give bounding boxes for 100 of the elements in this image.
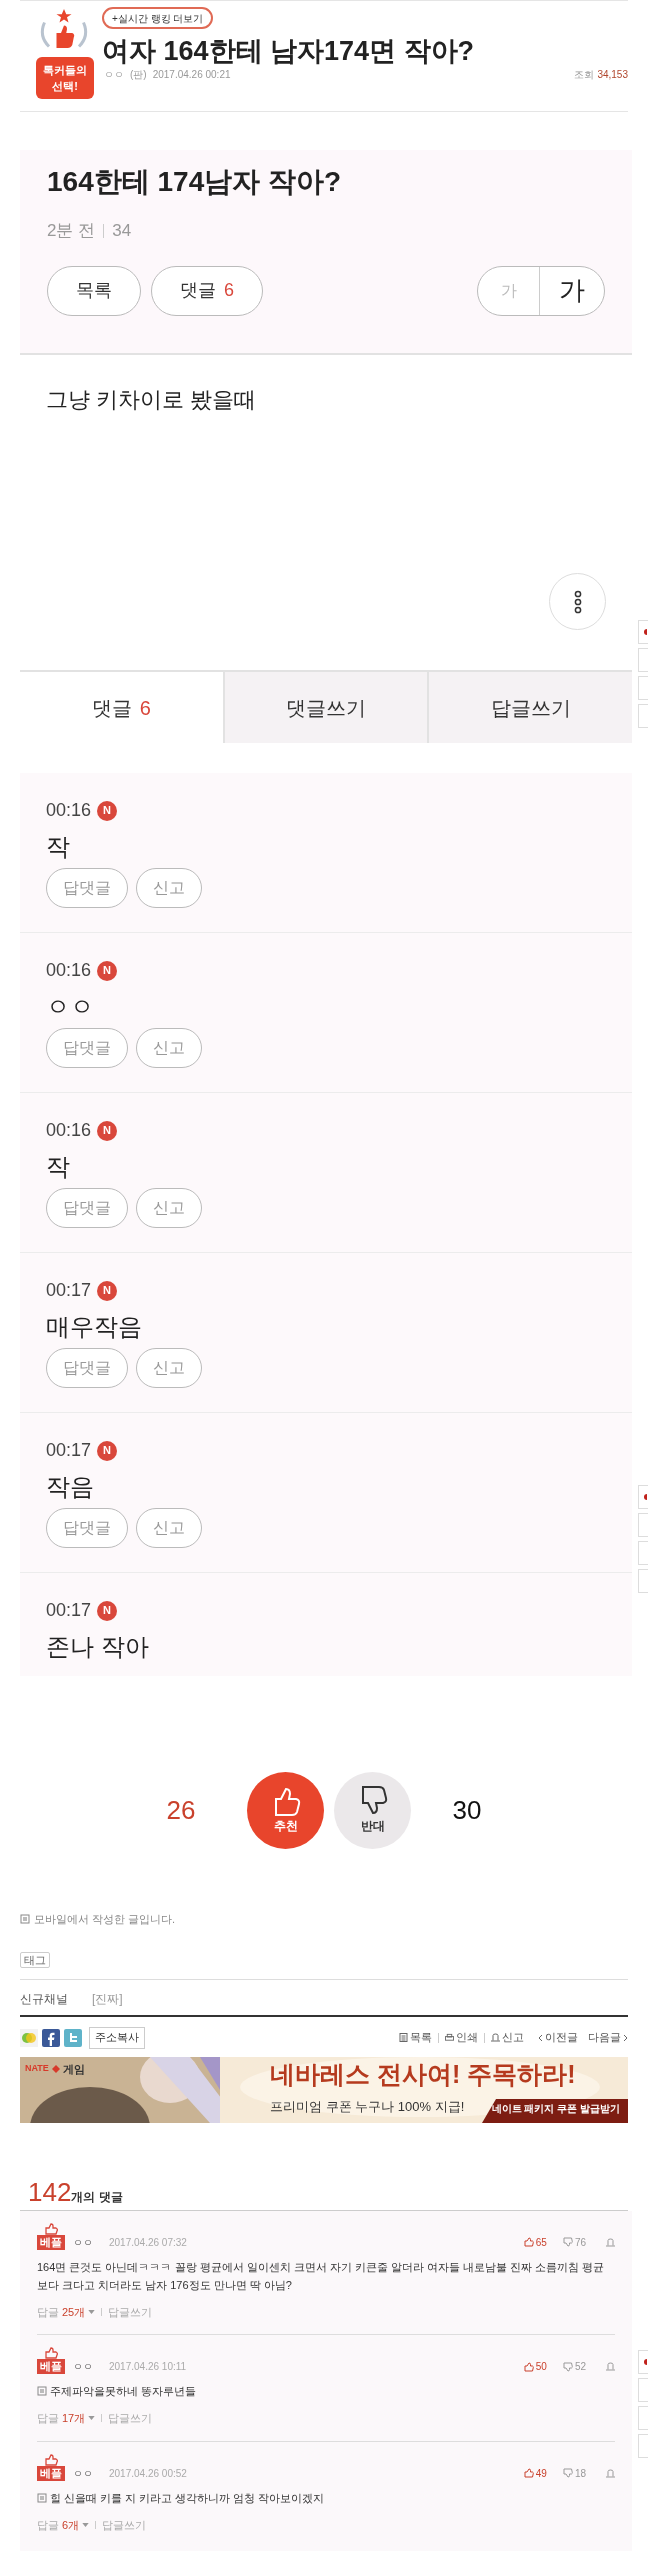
board-label: (판) — [130, 68, 147, 82]
tab[interactable]: 답글쓰기 — [427, 672, 632, 743]
best-badge: 베플 — [37, 2234, 65, 2250]
comment-count-label: 개의 댓글 — [71, 2189, 123, 2206]
side-tab[interactable] — [638, 2350, 648, 2374]
ad-subline: 프리미엄 쿠폰 누구나 100% 지급! — [270, 2097, 465, 2116]
comment-author: ㅇㅇ — [73, 2360, 93, 2374]
comment-text: 164면 큰것도 아닌데ㅋㅋㅋ 꼴랑 평균에서 일이센치 크면서 자기 키큰줄 알더라 여자들 내로남불 진짜 소름끼침 평균보다 크다고 치더라도 남자 176정도 만나면 딱 아님? — [37, 2259, 605, 2293]
brand-sub: 게임 — [62, 2061, 85, 2077]
like-button[interactable]: 49 — [523, 2465, 547, 2481]
caret-icon — [88, 2416, 96, 2421]
comment-text: 작음 — [46, 1472, 95, 1502]
side-tab[interactable] — [638, 620, 648, 644]
comment-time: 00:16 — [46, 1119, 92, 1142]
report-button[interactable]: 신고 — [136, 1188, 202, 1228]
channel-value: [진짜] — [92, 1990, 123, 2008]
side-tab[interactable] — [638, 1485, 648, 1509]
thumbs-down-icon — [562, 2361, 573, 2372]
caret-icon — [82, 2522, 90, 2527]
thumbs-up-icon — [523, 2361, 534, 2372]
ranking-link[interactable]: +실시간 랭킹 더보기 — [102, 7, 214, 29]
comment-time: 00:16 — [46, 959, 92, 982]
like-button[interactable]: 50 — [523, 2359, 547, 2374]
comment-text: ㅇㅇ — [46, 992, 95, 1022]
report-button[interactable]: 신고 — [136, 1348, 202, 1388]
channel-label: 신규채널 — [20, 1990, 68, 2008]
thumbs-up-icon — [523, 2237, 534, 2247]
comment-date: 2017.04.26 00:52 — [109, 2466, 187, 2481]
reply-button[interactable]: 답댓글 — [46, 1348, 128, 1388]
dislike-button[interactable]: 52 — [562, 2359, 586, 2374]
like-button[interactable]: 65 — [523, 2234, 547, 2250]
toolbar-link[interactable]: 목록 — [399, 2029, 432, 2046]
next-post-link[interactable]: 다음글 — [588, 2029, 628, 2046]
downvote-count: 30 — [451, 1793, 483, 1827]
views-count: 34,153 — [597, 68, 628, 82]
upvote-count: 26 — [165, 1793, 197, 1827]
comment-count: 142 — [28, 2177, 72, 2206]
report-icon[interactable] — [606, 2362, 615, 2371]
view-count: 34 — [112, 220, 132, 242]
thumbs-down-icon — [562, 2237, 573, 2247]
thumbs-up-icon — [44, 2347, 58, 2359]
report-icon[interactable] — [606, 2468, 615, 2478]
comments-button[interactable]: 댓글 6 — [151, 265, 263, 316]
post-date: 2017.04.26 00:21 — [152, 68, 231, 82]
tag-label: 태그 — [20, 1951, 50, 1968]
ad-banner[interactable]: NATE 게임 네바레스 전사여! 주목하라! 프리미엄 쿠폰 누구나 100% 지급! 네이트 패키지 쿠폰 발급받기 — [20, 2056, 628, 2123]
mobile-note: 모바일에서 작성한 글입니다. — [34, 1912, 176, 1927]
comment-time: 00:16 — [46, 799, 92, 822]
brand-logo: NATE — [25, 2062, 49, 2075]
comment-time: 00:17 — [46, 1439, 92, 1462]
thumbs-up-icon — [44, 2222, 58, 2235]
thumbs-up-icon — [44, 2453, 58, 2466]
report-button[interactable]: 신고 — [136, 1028, 202, 1068]
thumbs-down-icon — [562, 2468, 573, 2478]
best-badge: 베플 — [37, 2465, 65, 2481]
new-badge: N — [97, 1440, 118, 1461]
toolbar-link[interactable]: 신고 — [491, 2029, 524, 2046]
choice-badge: 톡커들의 선택! — [36, 57, 94, 99]
ad-headline: 네바레스 전사여! 주목하라! — [270, 2058, 576, 2089]
report-button[interactable]: 신고 — [136, 1508, 202, 1548]
more-button[interactable] — [549, 573, 606, 630]
toolbar-link[interactable]: 인쇄 — [445, 2029, 478, 2046]
previous-post-link[interactable]: 이전글 — [538, 2029, 578, 2046]
more-icon — [573, 589, 582, 614]
new-badge: N — [97, 1600, 118, 1621]
new-badge: N — [97, 1280, 118, 1301]
author-name: ㅇㅇ — [104, 68, 124, 82]
comment-text: 작 — [46, 1152, 71, 1182]
printer-icon — [445, 2033, 454, 2042]
tab[interactable]: 댓글쓰기 — [222, 672, 428, 743]
dislike-button[interactable]: 76 — [562, 2234, 586, 2250]
copy-address-button[interactable]: 주소복사 — [89, 2026, 145, 2049]
best-badge: 베플 — [37, 2359, 65, 2374]
report-button[interactable]: 신고 — [136, 868, 202, 908]
dislike-button[interactable]: 18 — [562, 2465, 586, 2481]
views-label: 조회 — [574, 68, 595, 82]
reply-button[interactable]: 답댓글 — [46, 1508, 128, 1548]
facebook-icon[interactable] — [42, 2028, 60, 2047]
replies-toggle[interactable]: 답글 25개 — [37, 2303, 96, 2320]
replies-toggle[interactable]: 답글 6개 — [37, 2516, 90, 2533]
thumbs-up-icon — [523, 2468, 534, 2478]
list-button[interactable]: 목록 — [47, 265, 141, 316]
chevron-right-icon — [623, 2033, 628, 2042]
comment-author: ㅇㅇ — [73, 2235, 93, 2250]
new-badge: N — [97, 960, 118, 981]
upvote-button[interactable]: 추천 — [247, 1771, 324, 1849]
font-larger-button[interactable]: 가 — [540, 266, 604, 315]
report-icon[interactable] — [606, 2237, 615, 2247]
comment-text: 매우작음 — [46, 1312, 143, 1342]
comment-time: 00:17 — [46, 1599, 92, 1622]
comment-date: 2017.04.26 10:11 — [109, 2360, 187, 2374]
post-title: 164한테 174남자 작아? — [47, 165, 343, 199]
reply-button[interactable]: 답댓글 — [46, 1188, 128, 1228]
replies-toggle[interactable]: 답글 17개 — [37, 2410, 96, 2427]
downvote-button[interactable]: 반대 — [334, 1771, 411, 1849]
reply-button[interactable]: 답댓글 — [46, 1028, 128, 1068]
reply-button[interactable]: 답댓글 — [46, 868, 128, 908]
comment-date: 2017.04.26 07:32 — [109, 2235, 187, 2250]
comment-author: ㅇㅇ — [73, 2466, 93, 2481]
post-title: 여자 164한테 남자174면 작아? — [102, 35, 475, 67]
